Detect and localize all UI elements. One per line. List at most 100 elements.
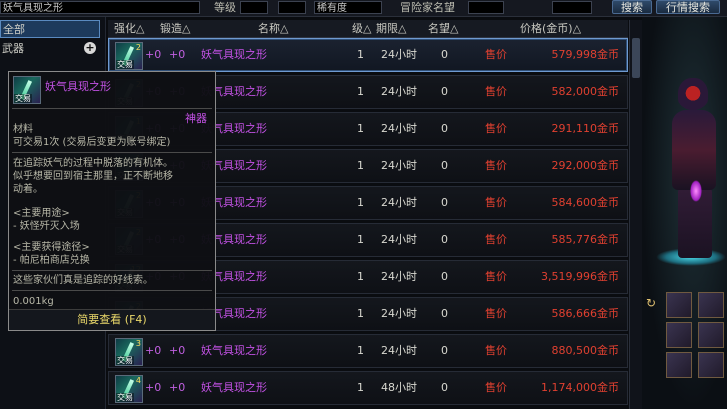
- avatar-slot-icon[interactable]: [698, 292, 724, 318]
- tooltip-line: <主要获得途径>: [13, 242, 90, 253]
- col-duration[interactable]: 期限△: [376, 20, 406, 37]
- category-all[interactable]: 全部: [0, 20, 100, 38]
- avatar-slot-icon[interactable]: [666, 322, 692, 348]
- tooltip-line: 材料: [13, 124, 33, 135]
- item-trade-tag: 交易: [116, 60, 134, 69]
- row-duration: 24小时: [381, 48, 417, 61]
- row-fame: 0: [441, 159, 448, 172]
- brief-view-button[interactable]: 简要查看 (F4): [9, 309, 215, 330]
- tooltip-item-icon: 交易: [13, 76, 41, 104]
- row-duration: 24小时: [381, 85, 417, 98]
- row-price: 585,776金币: [551, 233, 620, 246]
- level-min-input[interactable]: [240, 1, 268, 14]
- fame-max-input[interactable]: [552, 1, 592, 14]
- tooltip-title: 妖气具现之形: [45, 80, 111, 93]
- tooltip-line: 似乎想要回到宿主那里，正不断地移: [13, 171, 173, 182]
- col-price[interactable]: 价格(金币)△: [520, 20, 581, 37]
- table-scrollbar[interactable]: [629, 20, 642, 409]
- item-name-search-input[interactable]: 妖气具现之形: [0, 1, 200, 14]
- seller-fame-label: 冒险家名望: [400, 1, 455, 14]
- tooltip-flavor: 这些家伙们真是追踪的好线索。: [13, 275, 153, 286]
- row-price: 292,000金币: [551, 159, 620, 172]
- row-level: 1: [357, 344, 364, 357]
- search-button[interactable]: 搜索: [612, 0, 652, 14]
- preview-figure-head: [678, 78, 708, 112]
- row-name: 妖气具现之形: [201, 344, 267, 357]
- fame-min-input[interactable]: [468, 1, 504, 14]
- col-fame[interactable]: 名望△: [428, 20, 458, 37]
- row-level: 1: [357, 122, 364, 135]
- row-duration: 24小时: [381, 196, 417, 209]
- row-name: 妖气具现之形: [201, 48, 267, 61]
- row-enhance: +0: [145, 344, 162, 357]
- row-fame: 0: [441, 381, 448, 394]
- row-duration: 24小时: [381, 233, 417, 246]
- tooltip-line: 动着。: [13, 184, 43, 195]
- col-name[interactable]: 名称△: [258, 20, 288, 37]
- row-price: 586,666金币: [551, 307, 620, 320]
- item-icon[interactable]: 4 交易: [115, 375, 143, 403]
- market-search-button[interactable]: 行情搜索: [656, 0, 720, 14]
- row-level: 1: [357, 270, 364, 283]
- row-forge: +0: [169, 344, 186, 357]
- table-row[interactable]: 3 交易 +0 +0 妖气具现之形 1 24小时 0 售价 880,500金币: [108, 334, 628, 368]
- row-fame: 0: [441, 122, 448, 135]
- row-forge: +0: [169, 381, 186, 394]
- row-level: 1: [357, 159, 364, 172]
- row-fame: 0: [441, 48, 448, 61]
- col-enhance[interactable]: 强化△: [114, 20, 144, 37]
- item-trade-tag: 交易: [116, 393, 134, 402]
- item-icon[interactable]: 3 交易: [115, 338, 143, 366]
- item-icon-level: 2: [135, 43, 141, 52]
- item-icon-level: 3: [135, 339, 141, 348]
- tooltip-line: 在追踪妖气的过程中脱落的有机体。: [13, 158, 173, 169]
- row-level: 1: [357, 48, 364, 61]
- table-row[interactable]: 4 交易 +0 +0 妖气具现之形 1 48小时 0 售价 1,174,000金…: [108, 371, 628, 405]
- row-level: 1: [357, 381, 364, 394]
- tooltip-divider: [12, 270, 212, 271]
- row-price: 291,110金币: [551, 122, 620, 135]
- category-weapon-label: 武器: [2, 42, 24, 55]
- item-trade-tag: 交易: [116, 356, 134, 365]
- expand-plus-icon[interactable]: +: [84, 42, 96, 54]
- category-weapon[interactable]: 武器 +: [0, 40, 100, 58]
- row-duration: 24小时: [381, 344, 417, 357]
- tooltip-trade-tag: 交易: [14, 94, 32, 103]
- row-level: 1: [357, 307, 364, 320]
- row-price: 579,998金币: [551, 48, 620, 61]
- row-duration: 24小时: [381, 270, 417, 283]
- row-level: 1: [357, 233, 364, 246]
- row-duration: 24小时: [381, 307, 417, 320]
- rotate-arrow-icon[interactable]: ↻: [646, 296, 656, 310]
- table-header: 强化△ 锻造△ 名称△ 级△ 期限△ 名望△ 价格(金币)△: [108, 20, 628, 38]
- row-duration: 24小时: [381, 122, 417, 135]
- col-level[interactable]: 级△: [352, 20, 371, 37]
- col-forge[interactable]: 锻造△: [160, 20, 190, 37]
- tooltip-divider: [12, 108, 212, 109]
- row-price: 3,519,996金币: [541, 270, 619, 283]
- tooltip-weight: 0.001kg: [13, 296, 54, 307]
- category-all-label: 全部: [3, 23, 25, 36]
- item-icon[interactable]: 2 交易: [115, 42, 143, 70]
- row-fame: 0: [441, 233, 448, 246]
- table-row[interactable]: 2 交易 +0 +0 妖气具现之形 1 24小时 0 售价 579,998金币: [108, 38, 628, 72]
- avatar-slot-icon[interactable]: [698, 322, 724, 348]
- level-label: 等级: [214, 1, 236, 14]
- row-price: 1,174,000金币: [541, 381, 619, 394]
- level-max-input[interactable]: [278, 1, 306, 14]
- rarity-select[interactable]: 稀有度: [314, 1, 382, 14]
- tooltip-divider: [12, 290, 212, 291]
- scrollbar-thumb[interactable]: [632, 38, 640, 78]
- row-duration: 48小时: [381, 381, 417, 394]
- row-level: 1: [357, 85, 364, 98]
- avatar-slot-icon[interactable]: [666, 352, 692, 378]
- item-tooltip: 交易 妖气具现之形 神器 材料 可交易1次 (交易后变更为账号绑定) 在追踪妖气…: [8, 71, 216, 331]
- tooltip-rarity: 神器: [185, 112, 207, 125]
- preview-figure-body: [672, 110, 716, 190]
- preview-glow: [690, 180, 702, 202]
- row-enhance: +0: [145, 48, 162, 61]
- avatar-slot-icon[interactable]: [666, 292, 692, 318]
- avatar-slot-icon[interactable]: [698, 352, 724, 378]
- row-forge: +0: [169, 48, 186, 61]
- item-icon-level: 4: [135, 376, 141, 385]
